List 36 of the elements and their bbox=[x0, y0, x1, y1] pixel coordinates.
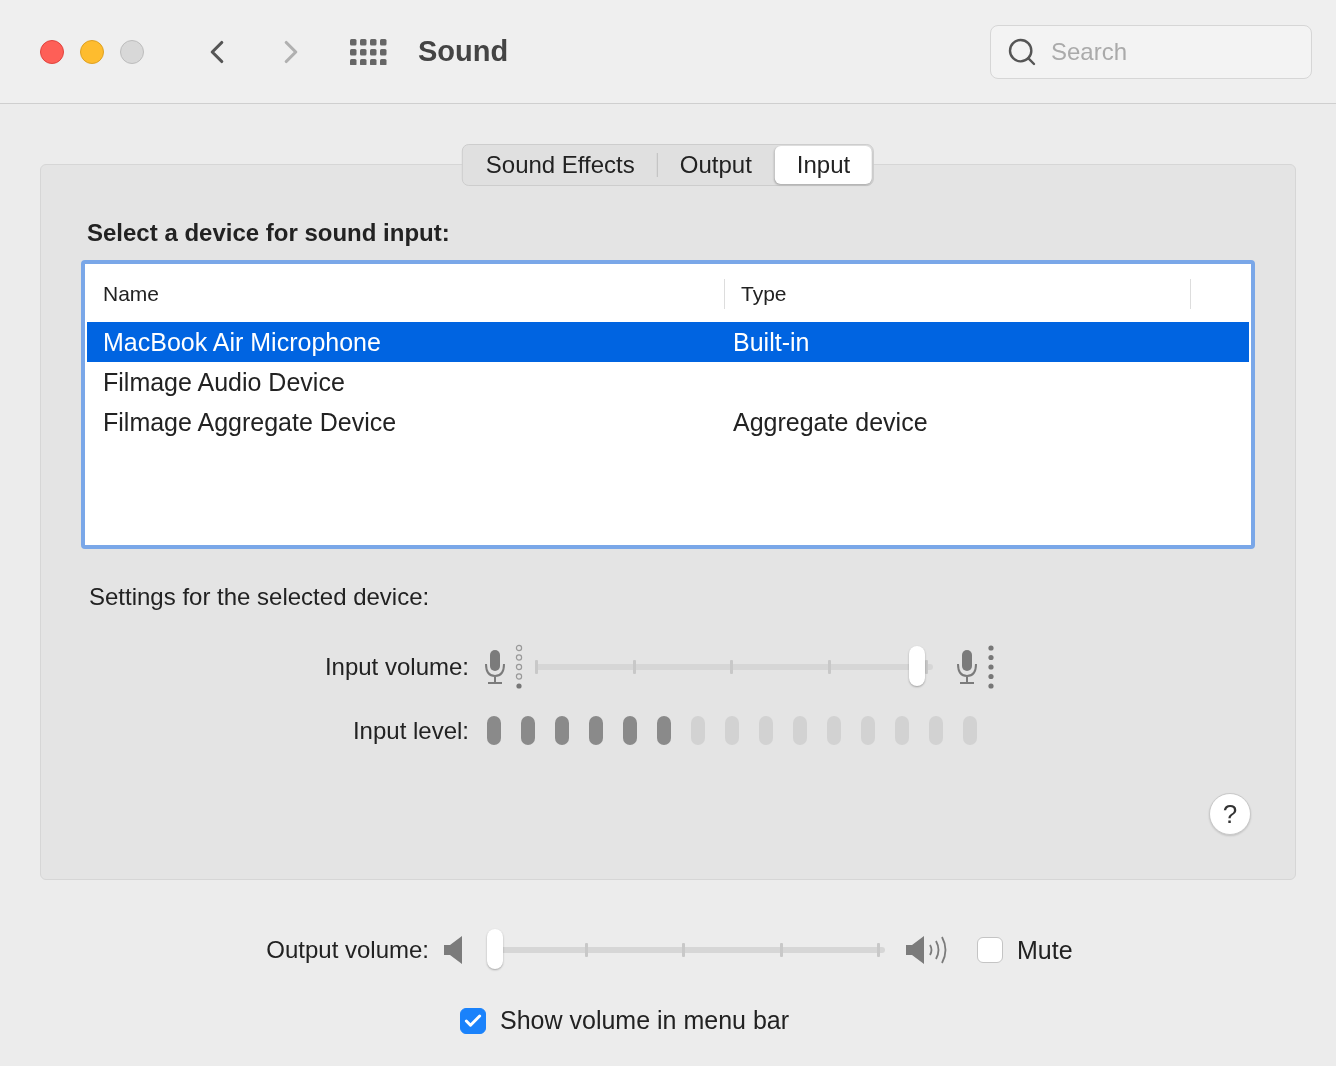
microphone-icon bbox=[483, 649, 507, 685]
device-type: Aggregate device bbox=[732, 407, 929, 437]
slider-thumb[interactable] bbox=[487, 929, 503, 969]
search-field[interactable]: Search bbox=[990, 24, 1312, 79]
checkbox-label: Show volume in menu bar bbox=[500, 1006, 790, 1035]
window-title: Sound bbox=[418, 35, 509, 68]
zoom-button[interactable] bbox=[120, 39, 144, 64]
column-header[interactable]: Name bbox=[87, 279, 725, 309]
section-label: Settings for the selected device: bbox=[89, 583, 431, 611]
device-row[interactable]: MacBook Air Microphone Built-in bbox=[87, 322, 1249, 362]
section-heading: Select a device for sound input: bbox=[87, 219, 451, 247]
output-volume-label: Output volume: bbox=[265, 936, 429, 964]
tab[interactable]: Output bbox=[657, 146, 774, 184]
column-header[interactable]: Type bbox=[725, 279, 1191, 309]
device-type: Built-in bbox=[732, 327, 811, 357]
device-row[interactable]: Filmage Aggregate Device Aggregate device bbox=[87, 402, 1249, 442]
device-row[interactable]: Filmage Audio Device bbox=[87, 362, 1249, 402]
tab[interactable]: Input bbox=[774, 146, 873, 184]
minimize-button[interactable] bbox=[80, 39, 104, 64]
dots-icon bbox=[987, 644, 995, 690]
device-name: MacBook Air Microphone bbox=[102, 327, 382, 357]
mute-checkbox[interactable] bbox=[977, 937, 1003, 963]
slider-thumb[interactable] bbox=[909, 646, 926, 686]
menu-bar-checkbox[interactable] bbox=[460, 1007, 486, 1034]
grid-icon[interactable] bbox=[350, 38, 388, 65]
device-name: Filmage Audio Device bbox=[102, 367, 346, 397]
help-button[interactable]: ? bbox=[1209, 793, 1251, 835]
device-name: Filmage Aggregate Device bbox=[102, 407, 398, 437]
input-level-label: Input level: bbox=[351, 716, 469, 745]
dots-icon bbox=[515, 644, 523, 690]
tab[interactable]: Sound Effects bbox=[463, 146, 657, 184]
mute-label: Mute bbox=[1017, 935, 1073, 965]
input-volume-label: Input volume: bbox=[323, 653, 469, 681]
speaker-icon bbox=[443, 934, 465, 966]
microphone-icon bbox=[955, 649, 979, 685]
close-button[interactable] bbox=[40, 39, 64, 64]
